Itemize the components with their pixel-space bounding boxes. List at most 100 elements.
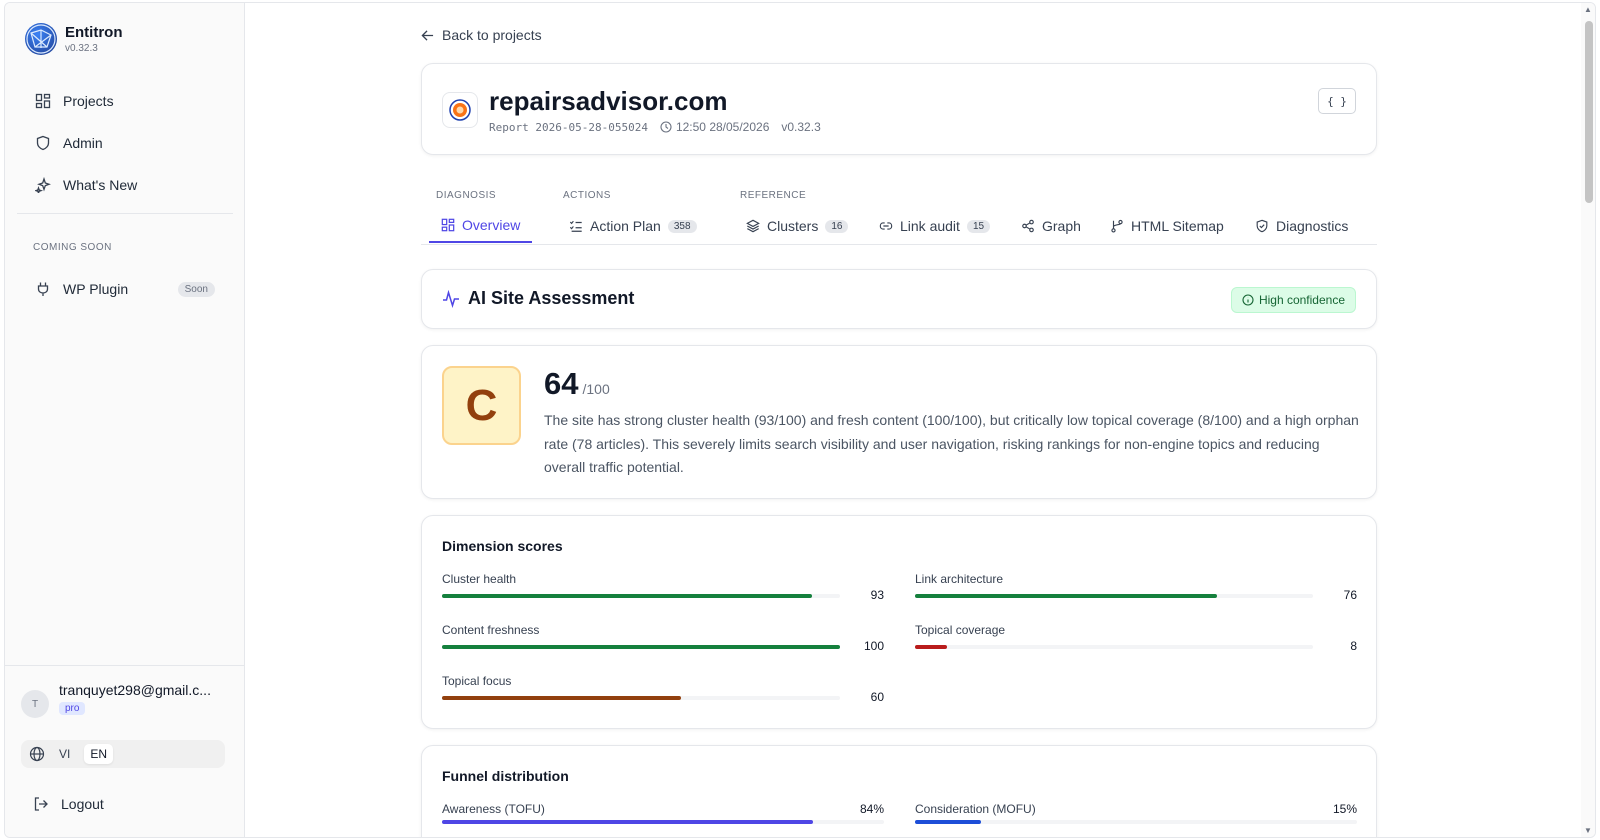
share-nodes-icon [1022, 219, 1034, 233]
scroll-up-icon[interactable]: ▲ [1584, 5, 1592, 14]
logout-label: Logout [61, 796, 104, 812]
scrollbar[interactable]: ▲ ▼ [1581, 3, 1595, 837]
tab-label: Action Plan [590, 218, 661, 234]
logout-button[interactable]: Logout [21, 786, 225, 822]
dimension-bar-track [442, 594, 840, 598]
back-label: Back to projects [442, 27, 542, 43]
activity-icon [443, 289, 459, 308]
dimension-bar-track [442, 645, 840, 649]
tab-count: 15 [966, 219, 991, 233]
funnel-title: Funnel distribution [442, 768, 569, 784]
tab-html-sitemap[interactable]: HTML Sitemap [1098, 209, 1236, 243]
sidebar-item-wp-plugin[interactable]: WP Plugin Soon [17, 269, 233, 311]
tab-count: 16 [825, 219, 849, 233]
logout-icon [34, 797, 48, 811]
funnel-row: Awareness (TOFU) 84% [442, 802, 884, 824]
sidebar-nav: Projects Admin What's New [17, 81, 233, 207]
tab-clusters[interactable]: Clusters 16 [734, 209, 860, 243]
sparkles-icon [35, 177, 51, 193]
user-profile[interactable]: T tranquyet298@gmail.c... pro [21, 682, 229, 718]
dimension-value: 100 [863, 639, 884, 653]
plug-icon [37, 282, 49, 296]
tab-count: 358 [667, 219, 697, 233]
tab-label: HTML Sitemap [1131, 218, 1224, 234]
dimension-row: Link architecture 76 [915, 572, 1357, 612]
soon-badge: Soon [177, 281, 215, 297]
sidebar-item-label: Projects [63, 93, 114, 109]
brand[interactable]: Entitron v0.32.3 [25, 23, 123, 55]
tab-link-audit[interactable]: Link audit 15 [867, 209, 1002, 243]
funnel-bar-fill [442, 820, 814, 824]
funnel-label: Consideration (MOFU) [915, 802, 1036, 816]
tab-group-diagnosis: DIAGNOSIS [436, 190, 497, 201]
layers-icon [746, 219, 760, 233]
dimension-value: 8 [1350, 639, 1357, 653]
report-time-text: 12:50 28/05/2026 [675, 120, 770, 134]
assessment-summary: The site has strong cluster health (93/1… [544, 412, 1359, 475]
funnel-bar-track [915, 820, 1357, 824]
dimension-row: Topical focus 60 [442, 674, 884, 714]
scroll-thumb[interactable] [1585, 21, 1593, 203]
funnel-row: Consideration (MOFU) 15% [915, 802, 1357, 824]
sidebar-item-admin[interactable]: Admin [17, 123, 233, 163]
arrow-left-icon [421, 29, 434, 41]
page-title: repairsadvisor.com [489, 86, 728, 116]
grid-icon [35, 93, 51, 109]
tab-action-plan[interactable]: Action Plan 358 [557, 209, 709, 243]
language-vi-button[interactable]: VI [53, 744, 76, 764]
tab-label: Diagnostics [1276, 218, 1349, 234]
ai-assessment-card: AI Site Assessment High confidence [421, 269, 1377, 329]
funnel-distribution-card: Funnel distribution Awareness (TOFU) 84% C… [421, 745, 1377, 837]
overall-score-card: C 64/100 The site has strong cluster hea… [421, 345, 1377, 499]
sidebar-item-label: Admin [63, 135, 103, 151]
tab-label: Overview [462, 217, 521, 233]
tab-bar: DIAGNOSIS ACTIONS REFERENCE Overview Act… [421, 181, 1377, 245]
dimension-bar-fill [442, 645, 840, 649]
report-version: v0.32.3 [781, 120, 821, 134]
scroll-down-icon[interactable]: ▼ [1584, 826, 1592, 835]
grade-badge: C [442, 366, 521, 445]
globe-icon [29, 746, 45, 762]
git-branch-icon [1111, 219, 1123, 233]
back-to-projects-link[interactable]: Back to projects [421, 27, 542, 43]
report-meta: Report 2026-05-28-055024 12:50 28/05/202… [489, 120, 821, 134]
dimension-bar-track [915, 594, 1313, 598]
dimension-bar-fill [442, 594, 813, 598]
wp-plugin-row[interactable]: WP Plugin Soon [17, 269, 233, 309]
brand-name: Entitron [65, 24, 123, 41]
funnel-percent: 84% [859, 802, 884, 816]
brand-version: v0.32.3 [65, 43, 98, 54]
dimension-bar-fill [442, 696, 681, 700]
score-value: 64 [544, 366, 579, 401]
main-content: Back to projects repairsadvisor.com Repo… [245, 3, 1595, 837]
dimension-row: Content freshness 100 [442, 623, 884, 663]
assessment-title: AI Site Assessment [442, 288, 634, 309]
dimension-value: 93 [870, 588, 884, 602]
dimension-label: Link architecture [915, 572, 1004, 586]
sidebar-item-projects[interactable]: Projects [17, 81, 233, 121]
tab-overview[interactable]: Overview [429, 209, 533, 243]
json-view-button[interactable]: { } [1318, 88, 1356, 114]
tab-label: Graph [1042, 218, 1081, 234]
avatar: T [21, 690, 49, 718]
sidebar: Entitron v0.32.3 Projects Admin What's N… [5, 3, 245, 837]
entitron-logo-icon [25, 23, 57, 55]
site-favicon-icon [442, 92, 478, 128]
overall-score: 64/100 [544, 366, 610, 402]
language-en-button[interactable]: EN [84, 744, 114, 764]
score-max: /100 [582, 381, 610, 397]
grid-icon [441, 218, 455, 232]
tab-diagnostics[interactable]: Diagnostics [1243, 209, 1360, 243]
sidebar-item-whats-new[interactable]: What's New [17, 165, 233, 205]
dimension-value: 60 [870, 690, 884, 704]
funnel-label: Awareness (TOFU) [442, 802, 545, 816]
tab-group-reference: REFERENCE [740, 190, 807, 201]
shield-check-icon [1256, 219, 1268, 233]
funnel-bar-fill [915, 820, 982, 824]
info-icon [1242, 294, 1254, 306]
tab-graph[interactable]: Graph [1009, 209, 1093, 243]
clock-icon [660, 121, 672, 133]
dimension-bar-track [442, 696, 840, 700]
dimension-row: Cluster health 93 [442, 572, 884, 612]
shield-icon [36, 135, 50, 151]
